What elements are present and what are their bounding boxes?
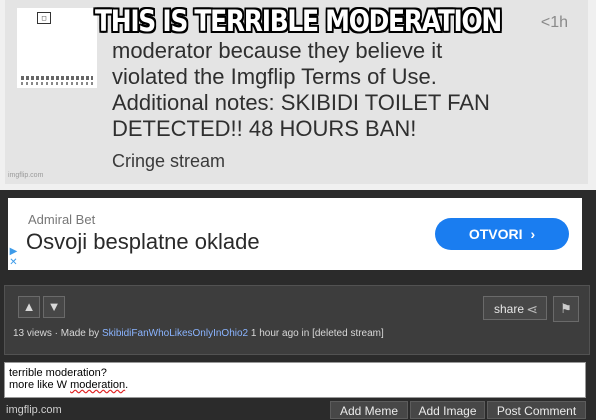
made-by-label: Made by: [60, 328, 100, 339]
notice-line: DETECTED!! 48 HOURS BAN!: [112, 116, 417, 141]
post-meta: 13 views · Made by SkibidiFanWhoLikesOnl…: [13, 328, 384, 339]
ban-notice-text: moderator because they believe it violat…: [112, 38, 572, 142]
thumbnail-text-strip: [21, 76, 93, 80]
ad-brand: Admiral Bet: [28, 212, 96, 227]
share-icon: ⋖: [526, 301, 538, 317]
chevron-right-icon: ›: [530, 226, 536, 242]
imgflip-logo: imgflip.com: [6, 404, 62, 416]
notice-line: violated the Imgflip Terms of Use.: [112, 64, 437, 89]
view-count: 13 views: [13, 328, 52, 339]
stream-name: Cringe stream: [112, 151, 226, 171]
notice-line: moderator because they believe it: [112, 38, 443, 63]
posted-time: 1 hour ago in: [250, 328, 310, 339]
comment-input[interactable]: terrible moderation? more like W moderat…: [4, 362, 586, 398]
ad-choices-icon[interactable]: ▶ ✕: [8, 246, 19, 268]
author-link[interactable]: SkibidiFanWhoLikesOnlyInOhio2: [102, 328, 248, 339]
flag-button[interactable]: ⚑: [553, 296, 579, 322]
meme-watermark: imgflip.com: [8, 172, 44, 179]
upvote-button[interactable]: ▲: [18, 296, 40, 318]
share-label: share: [494, 302, 525, 316]
flag-icon: ⚑: [560, 301, 572, 316]
ad-open-label: OTVORI: [468, 226, 523, 242]
notice-line: Additional notes: SKIBIDI TOILET FAN: [112, 90, 490, 115]
share-button[interactable]: share ⋖: [483, 296, 547, 320]
downvote-button[interactable]: ▼: [43, 296, 65, 318]
post-comment-button[interactable]: Post Comment: [487, 401, 586, 419]
add-meme-button[interactable]: Add Meme: [330, 401, 408, 419]
comment-text: more like W: [9, 379, 71, 391]
comment-line-1: terrible moderation?: [9, 367, 107, 379]
post-actions-panel: ▲ ▼ share ⋖ ⚑ 13 views · Made by Skibidi…: [4, 285, 590, 355]
ad-headline[interactable]: Osvoji besplatne oklade: [26, 229, 260, 255]
ad-open-button[interactable]: OTVORI ›: [435, 218, 569, 250]
comment-period: .: [125, 379, 129, 391]
thumbnail-text-strip-2: [21, 82, 93, 85]
meme-image[interactable]: □ <1h moderator because they believe it …: [0, 0, 596, 190]
meme-caption: THIS IS TERRIBLE MODERATION: [95, 4, 502, 38]
advertisement-banner[interactable]: Admiral Bet Osvoji besplatne oklade OTVO…: [8, 198, 582, 270]
add-image-button[interactable]: Add Image: [410, 401, 485, 419]
comment-line-2: more like W moderation.: [9, 379, 581, 391]
stream-link[interactable]: [deleted stream]: [312, 328, 384, 339]
spellcheck-word: moderation: [70, 379, 126, 391]
